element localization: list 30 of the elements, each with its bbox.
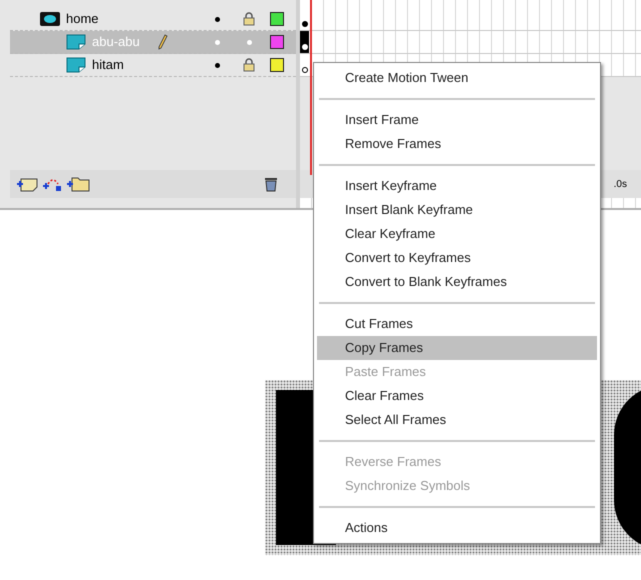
layer-color-swatch[interactable] [270, 58, 284, 72]
menu-item[interactable]: Copy Frames [317, 336, 597, 360]
layer-name: home [66, 10, 99, 28]
add-folder-icon[interactable] [66, 176, 90, 192]
layer-color-swatch[interactable] [270, 35, 284, 49]
lock-icon[interactable] [243, 12, 255, 26]
menu-item[interactable]: Convert to Keyframes [317, 246, 597, 270]
lock-icon[interactable] [243, 58, 255, 72]
menu-item[interactable]: Cut Frames [317, 312, 597, 336]
menu-item[interactable]: Insert Keyframe [317, 174, 597, 198]
menu-item[interactable]: Select All Frames [317, 408, 597, 432]
menu-item[interactable]: Actions [317, 516, 597, 540]
menu-item[interactable]: Create Motion Tween [317, 66, 597, 90]
menu-item[interactable]: Insert Frame [317, 108, 597, 132]
trash-icon[interactable] [264, 176, 278, 192]
add-layer-icon[interactable] [16, 176, 38, 192]
layer-name: abu-abu [92, 33, 140, 52]
selected-frame[interactable] [300, 31, 309, 53]
pencil-icon [158, 34, 168, 50]
layer-icon [66, 34, 86, 50]
menu-item[interactable]: Clear Keyframe [317, 222, 597, 246]
menu-item[interactable]: Insert Blank Keyframe [317, 198, 597, 222]
mask-layer-icon [40, 12, 60, 26]
elapsed-time: .0s [614, 178, 627, 192]
menu-item[interactable]: Convert to Blank Keyframes [317, 270, 597, 294]
menu-item[interactable]: Clear Frames [317, 384, 597, 408]
menu-item[interactable]: Remove Frames [317, 132, 597, 156]
layer-color-swatch[interactable] [270, 12, 284, 26]
layer-icon [66, 57, 86, 73]
layer-name: hitam [92, 56, 124, 74]
